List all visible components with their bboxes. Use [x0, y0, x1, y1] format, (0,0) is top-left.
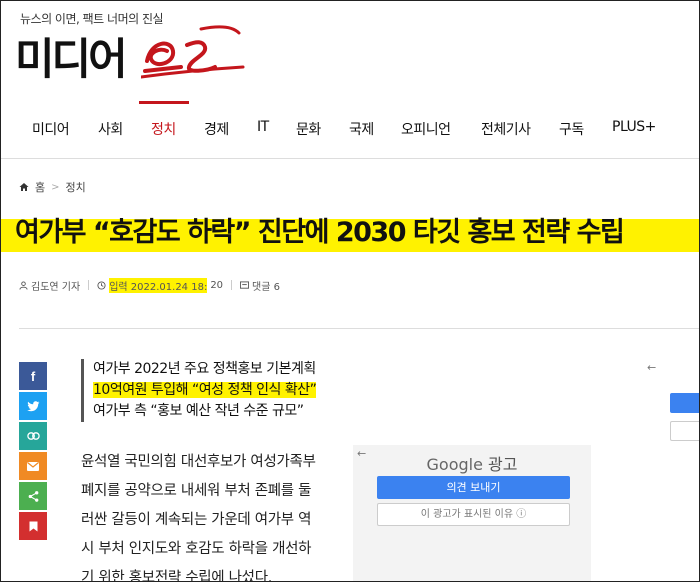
site-logo[interactable]: 미디어	[15, 25, 128, 87]
nav-item-society[interactable]: 사회	[98, 119, 123, 139]
nav-active-indicator	[139, 101, 189, 104]
meta-divider	[88, 280, 90, 290]
ad-brand: Google	[426, 455, 483, 474]
nav-item-media[interactable]: 미디어	[32, 119, 70, 139]
nav-item-politics[interactable]: 정치	[151, 119, 176, 139]
subtitle-line: 여가부 2022년 주요 정책홍보 기본계획	[93, 361, 316, 377]
comment-icon	[240, 280, 250, 289]
breadcrumb: 홈 > 정치	[19, 179, 86, 195]
nav-item-it[interactable]: IT	[257, 119, 269, 135]
meta-divider-line	[19, 328, 699, 329]
site-header: 뉴스의 이면, 팩트 너머의 진실 미디어 미디어 사회 정치 경제 IT 문화…	[1, 1, 699, 159]
author-name: 김도연 기자	[31, 281, 81, 293]
link-icon	[26, 432, 40, 440]
page-frame: 뉴스의 이면, 팩트 너머의 진실 미디어 미디어 사회 정치 경제 IT 문화…	[0, 0, 700, 582]
share-mail-button[interactable]	[19, 452, 47, 480]
publish-date-minute: 20	[210, 279, 224, 291]
google-ad-panel: ← Google 광고 의견 보내기 이 광고가 표시된 이유 ⓘ	[353, 445, 591, 581]
body-line: 러싼 갈등이 계속되는 가운데 여가부 역	[81, 512, 312, 528]
clock-icon	[97, 280, 106, 290]
headline-block: 여가부 “호감도 하락” 진단에 2030 타깃 홍보 전략 수립	[1, 211, 699, 255]
nav-item-economy[interactable]: 경제	[204, 119, 229, 139]
body-line: 폐지를 공약으로 내세워 부처 존폐를 둘	[81, 483, 312, 499]
twitter-icon	[26, 400, 39, 411]
ad-title: Google 광고	[353, 451, 591, 475]
bookmark-button[interactable]	[19, 512, 47, 540]
side-ad-secondary-button[interactable]	[670, 421, 699, 441]
share-icon	[28, 490, 38, 502]
user-icon	[19, 280, 28, 290]
nav-item-all-articles[interactable]: 전체기사	[481, 119, 531, 139]
ad-feedback-button[interactable]: 의견 보내기	[377, 476, 570, 499]
info-icon: ⓘ	[516, 509, 527, 520]
publish-date: 입력 2022.01.24 18: 20	[97, 277, 224, 293]
comment-count[interactable]: 댓글 6	[252, 278, 280, 293]
nav-item-culture[interactable]: 문화	[296, 119, 321, 139]
meta-divider	[231, 280, 233, 290]
share-more-button[interactable]	[19, 482, 47, 510]
share-facebook-button[interactable]: f	[19, 362, 47, 390]
nav-item-opinion[interactable]: 오피니언	[401, 119, 451, 139]
side-ad-panel: ←	[643, 359, 699, 459]
home-icon	[19, 183, 29, 191]
article-body: 윤석열 국민의힘 대선후보가 여성가족부 폐지를 공약으로 내세워 부처 존폐를…	[81, 448, 351, 582]
breadcrumb-section[interactable]: 정치	[66, 179, 86, 195]
body-line: 기 위한 홍보전략 수립에 나섰다.	[81, 570, 273, 582]
nav-item-plus[interactable]: PLUS+	[612, 119, 656, 135]
body-line: 윤석열 국민의힘 대선후보가 여성가족부	[81, 454, 316, 470]
side-ad-primary-button[interactable]	[670, 393, 699, 413]
bookmark-icon	[29, 521, 37, 531]
subtitle-line: 여가부 측 “홍보 예산 작년 수준 규모”	[93, 403, 304, 419]
chevron-right-icon: >	[51, 181, 60, 193]
subtitle-line: 10억여원 투입해 “여성 정책 인식 확산”	[93, 382, 317, 398]
share-link-button[interactable]	[19, 422, 47, 450]
share-twitter-button[interactable]	[19, 392, 47, 420]
article-headline: 여가부 “호감도 하락” 진단에 2030 타깃 홍보 전략 수립	[15, 217, 625, 248]
article-meta: 김도연 기자 입력 2022.01.24 18: 20 댓글 6	[19, 277, 280, 293]
main-nav: 미디어 사회 정치 경제 IT 문화 국제 오피니언 전체기사 구독 PLUS+	[1, 101, 699, 159]
publish-date-label: 입력 2022.01.24 18:	[109, 277, 208, 293]
facebook-icon: f	[30, 368, 36, 384]
mail-icon	[27, 461, 39, 471]
logo-script-oneul[interactable]	[141, 11, 246, 83]
author: 김도연 기자	[19, 278, 80, 293]
breadcrumb-home[interactable]: 홈	[35, 179, 45, 195]
comments[interactable]: 댓글 6	[240, 278, 280, 293]
nav-item-subscribe[interactable]: 구독	[559, 119, 584, 139]
body-line: 시 부처 인지도와 호감도 하락을 개선하	[81, 541, 312, 557]
nav-item-international[interactable]: 국제	[349, 119, 374, 139]
article-subtitle: 여가부 2022년 주요 정책홍보 기본계획 10억여원 투입해 “여성 정책 …	[81, 359, 317, 422]
back-arrow-icon[interactable]: ←	[647, 361, 656, 374]
ad-label: 광고	[488, 455, 518, 474]
ad-why-button[interactable]: 이 광고가 표시된 이유 ⓘ	[377, 503, 570, 526]
